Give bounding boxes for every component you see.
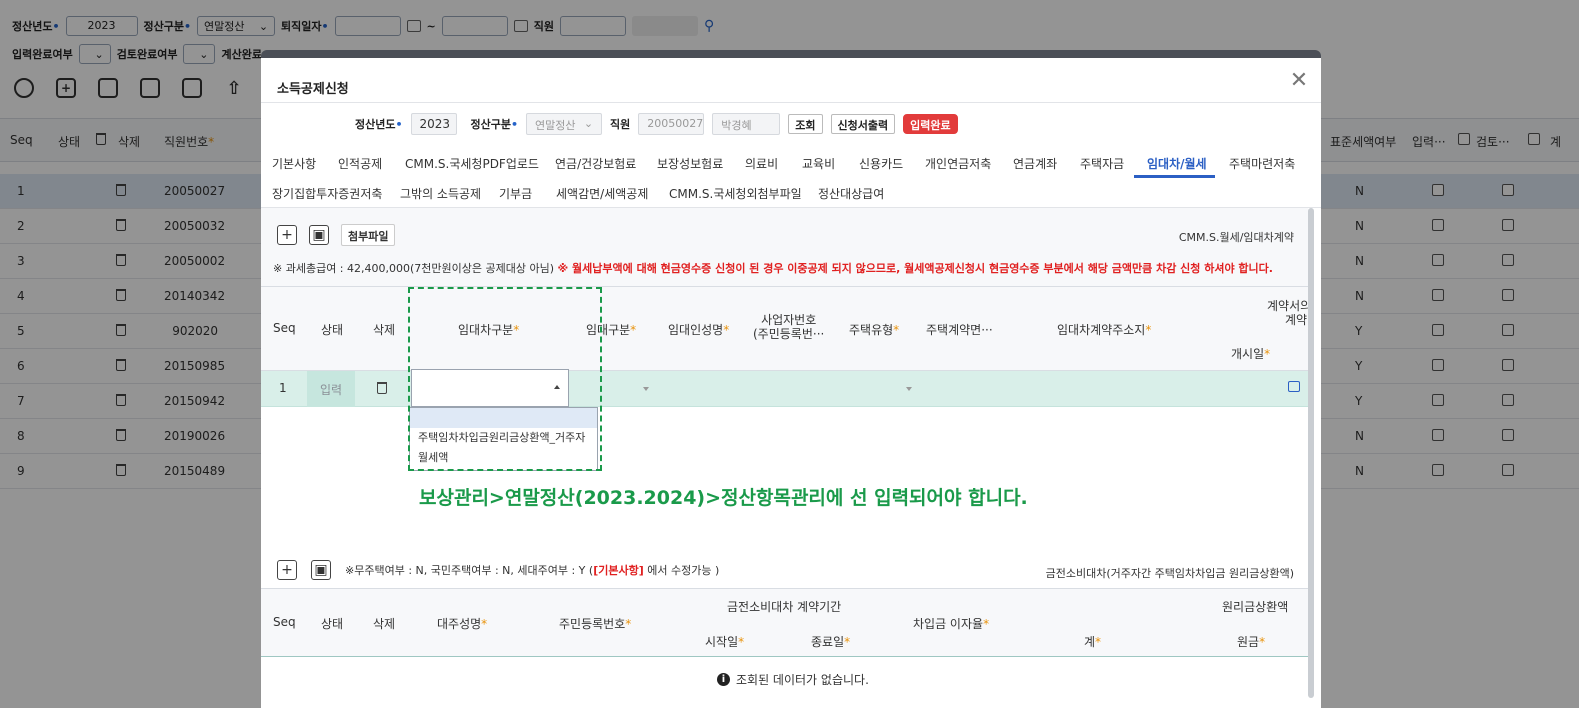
row-status: 입력 [307,371,355,407]
modal-employee-name: 박경혜 [712,113,781,135]
instruction-annotation: 보상관리>연말정산(2023.2024)>정산항목관리에 선 입력되어야 합니다… [419,487,1028,509]
divider [261,102,1321,103]
tab-medical[interactable]: 의료비 [745,155,778,172]
chevron-down-icon[interactable] [643,387,649,391]
col-start-date: 개시일* [1231,347,1271,361]
vertical-scrollbar[interactable] [1308,208,1314,698]
col-seq: Seq [273,321,296,335]
tab-nts-pdf-upload[interactable]: CMM.S.국세청PDF업로드 [405,155,539,172]
tab-housing-savings[interactable]: 주택마련저축 [1229,155,1295,172]
col-business-no: 사업자번호 (주민등록번··· [753,313,825,341]
col-principal: 원금* [1237,635,1266,649]
col-interest-rate: 차입금 이자율* [913,617,990,631]
col-delete: 삭제 [373,323,396,337]
tab-personal-pension[interactable]: 개인연금저축 [925,155,991,172]
loan-grid-header: Seq 상태 삭제 대주성명* 주민등록번호* 금전소비대차 계약기간 시작일*… [261,589,1308,657]
tab-education[interactable]: 교육비 [802,155,835,172]
tab-pension-account[interactable]: 연금계좌 [1013,155,1057,172]
taxable-salary-note: ※ 과세총급여 : 42,400,000(7천만원이상은 공제대상 아님) [273,262,555,275]
tab-other-deduction[interactable]: 그밖의 소득공제 [400,185,481,202]
modal-type-select[interactable]: 연말정산 ⌄ [526,113,603,135]
tab-pension-health[interactable]: 연금/건강보험료 [555,155,636,172]
loan-grid: Seq 상태 삭제 대주성명* 주민등록번호* 금전소비대차 계약기간 시작일*… [261,588,1308,708]
col-loan-period: 금전소비대차 계약기간 [727,600,842,614]
info-icon: i [717,673,730,686]
section2-title: 금전소비대차(거주자간 주택임차차입금 원리금상환액) [1045,567,1294,580]
modal-filter-bar: 정산년도• 2023 정산구분• 연말정산 ⌄ 직원 20050027 박경혜 조… [355,113,958,135]
tab-content: + ▣ 첨부파일 CMM.S.월세/임대차계약 ※ 과세총급여 : 42,400… [261,208,1311,708]
tab-tax-credit[interactable]: 세액감면/세액공제 [556,185,648,202]
col-lender-name: 대주성명* [437,617,488,631]
tab-basic[interactable]: 기본사항 [272,155,316,172]
chevron-down-icon[interactable] [906,387,912,391]
save-icon[interactable]: ▣ [311,560,331,580]
lease-grid: Seq 상태 삭제 임대차구분* 임대구분* 임대인성명* 사업자번호 (주민등록… [261,286,1311,601]
save-icon[interactable]: ▣ [309,225,329,245]
modal-year-label: 정산년도• [355,118,403,131]
tab-long-term-fund[interactable]: 장기집합투자증권저축 [272,185,382,202]
modal-employee-label: 직원 [610,118,631,131]
col-total: 계* [1084,635,1102,649]
row-seq: 1 [279,381,287,395]
section2-toolbar: + ▣ ※무주택여부 : N, 국민주택여부 : N, 세대주여부 : Y ([… [277,560,719,580]
col-start: 시작일* [705,635,745,649]
modal-employee-no: 20050027 [638,113,705,135]
section1-notice: ※ 과세총급여 : 42,400,000(7천만원이상은 공제대상 아님) ※ … [273,260,1273,276]
tab-housing-fund[interactable]: 주택자금 [1080,155,1124,172]
section2-notice: ※무주택여부 : N, 국민주택여부 : N, 세대주여부 : Y ([기본사항… [345,564,720,577]
empty-state: i 조회된 데이터가 없습니다. [717,671,869,688]
col-address: 임대차계약주소지* [1057,323,1152,337]
print-application-button[interactable]: 신청서출력 [830,114,896,134]
trash-icon[interactable] [377,382,387,397]
col-repayment: 원리금상환액 [1222,600,1289,614]
active-tab-indicator [1134,175,1215,178]
tab-donation[interactable]: 기부금 [499,185,532,202]
highlight-box [408,287,602,471]
empty-message: 조회된 데이터가 없습니다. [736,673,869,687]
modal-type-label: 정산구분• [470,118,519,131]
tab-insurance[interactable]: 보장성보험료 [657,155,723,172]
col-delete: 삭제 [373,617,396,631]
input-complete-button[interactable]: 입력완료 [903,114,958,134]
col-contract-area: 주택계약면··· [926,323,993,337]
attach-file-button[interactable]: 첨부파일 [341,224,396,246]
add-row-icon[interactable]: + [277,225,297,245]
income-deduction-modal: 소득공제신청 ✕ 정산년도• 2023 정산구분• 연말정산 ⌄ 직원 20050… [261,50,1321,708]
col-status: 상태 [321,323,344,337]
tab-lease-rent[interactable]: 임대차/월세 [1147,155,1207,172]
col-resident-no: 주민등록번호* [559,617,632,631]
col-contract-sub: 계약 [1285,313,1308,327]
tab-credit-card[interactable]: 신용카드 [859,155,903,172]
section1-toolbar: + ▣ 첨부파일 [277,224,396,246]
section1-title: CMM.S.월세/임대차계약 [1178,231,1294,244]
tab-personal-deduction[interactable]: 인적공제 [338,155,382,172]
close-icon[interactable]: ✕ [1289,70,1309,92]
col-end: 종료일* [811,635,851,649]
col-status: 상태 [321,617,344,631]
tab-bar: 기본사항 인적공제 CMM.S.국세청PDF업로드 연금/건강보험료 보장성보험… [261,146,1321,208]
add-row-icon[interactable]: + [277,560,297,580]
modal-year-value: 2023 [410,113,457,135]
col-seq: Seq [273,615,296,629]
search-button[interactable]: 조회 [788,114,823,134]
tab-nts-attachments[interactable]: CMM.S.국세청외첨부파일 [669,185,802,202]
tab-settlement-salary[interactable]: 정산대상급여 [818,185,884,202]
cash-receipt-warning: ※ 월세납부액에 대해 현금영수증 신청이 된 경우 이중공제 되지 않으므로,… [557,262,1273,275]
calendar-icon[interactable] [1288,381,1300,392]
modal-title: 소득공제신청 [277,82,349,97]
col-house-type: 주택유형* [849,323,900,337]
col-lessor-name: 임대인성명* [668,323,730,337]
